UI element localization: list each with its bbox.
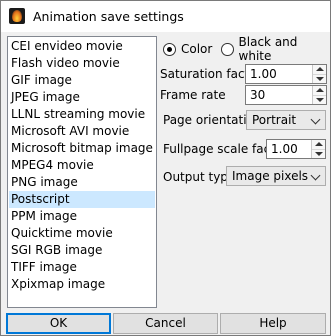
output-type-dropdown[interactable]: Image pixels — [226, 166, 326, 186]
output-type-value: Image pixels — [232, 169, 309, 183]
page-orientation-dropdown[interactable]: Portrait — [246, 110, 326, 130]
radio-bw-label: Black and white — [238, 35, 298, 63]
list-item[interactable]: Flash video movie — [9, 55, 155, 72]
saturation-value[interactable]: 1.00 — [250, 67, 277, 81]
list-item[interactable]: Microsoft AVI movie — [9, 123, 155, 140]
saturation-up-icon[interactable] — [313, 65, 326, 74]
saturation-spinner[interactable]: 1.00 — [245, 64, 327, 84]
fullpage-scale-value[interactable]: 1.00 — [271, 142, 298, 156]
list-item[interactable]: Quicktime movie — [9, 225, 155, 242]
radio-color-button[interactable] — [163, 42, 176, 56]
list-item[interactable]: MPEG4 movie — [9, 157, 155, 174]
list-item[interactable]: CEI envideo movie — [9, 38, 155, 55]
chevron-down-icon — [310, 170, 321, 181]
output-type-label: Output type — [163, 170, 236, 184]
list-item[interactable]: Postscript — [9, 191, 155, 208]
list-item[interactable]: PPM image — [9, 208, 155, 225]
list-item[interactable]: GIF image — [9, 72, 155, 89]
list-item[interactable]: LLNL streaming movie — [9, 106, 155, 123]
radio-bw-button[interactable] — [221, 42, 234, 56]
frame-rate-up-icon[interactable] — [313, 86, 326, 95]
list-item[interactable]: SGI RGB image — [9, 242, 155, 259]
list-item[interactable]: TIFF image — [9, 259, 155, 276]
list-item[interactable]: Xpixmap image — [9, 276, 155, 293]
dialog-window: Animation save settings CEI envideo movi… — [0, 0, 331, 336]
title-bar: Animation save settings — [1, 1, 330, 32]
window-title: Animation save settings — [33, 9, 184, 24]
fullpage-scale-up-icon[interactable] — [312, 140, 325, 149]
ok-button[interactable]: OK — [6, 313, 111, 334]
frame-rate-label: Frame rate — [160, 88, 226, 102]
frame-rate-down-icon[interactable] — [313, 95, 326, 104]
fullpage-scale-down-icon[interactable] — [312, 149, 325, 158]
format-list[interactable]: CEI envideo movie Flash video movie GIF im… — [7, 36, 157, 308]
frame-rate-spinner[interactable]: 30 — [245, 85, 327, 105]
chevron-down-icon — [310, 114, 321, 125]
list-item[interactable]: JPEG image — [9, 89, 155, 106]
list-item[interactable]: PNG image — [9, 174, 155, 191]
page-orientation-value: Portrait — [252, 113, 297, 127]
app-icon — [9, 8, 25, 24]
radio-color[interactable]: Color — [163, 41, 212, 57]
radio-black-and-white[interactable]: Black and white — [221, 35, 330, 63]
saturation-down-icon[interactable] — [313, 74, 326, 83]
fullpage-scale-spinner[interactable]: 1.00 — [266, 139, 326, 159]
list-item[interactable]: Microsoft bitmap image — [9, 140, 155, 157]
help-button[interactable]: Help — [220, 313, 326, 334]
frame-rate-value[interactable]: 30 — [250, 88, 265, 102]
cancel-button[interactable]: Cancel — [113, 313, 218, 334]
radio-color-label: Color — [181, 42, 213, 56]
